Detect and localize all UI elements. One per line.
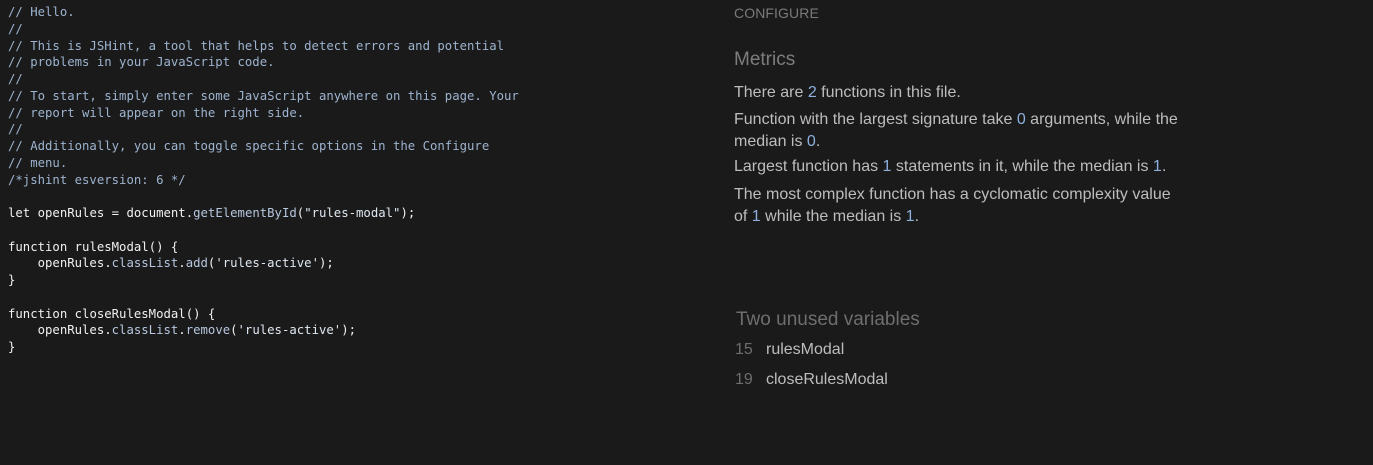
code-token: . [178, 323, 186, 338]
code-line: // [8, 21, 700, 38]
code-token: . [185, 206, 194, 220]
code-token: openRules [37, 206, 105, 220]
code-token: // menu. [8, 155, 68, 170]
code-token: function [8, 306, 75, 321]
metric-text: Function with the largest signature take [734, 111, 1017, 128]
code-token: // report will appear on the right side. [8, 105, 305, 120]
code-token: // Hello. [8, 5, 75, 19]
code-token: ); [341, 323, 356, 338]
code-line: // This is JSHint, a tool that helps to … [8, 38, 700, 55]
code-line: // [8, 121, 700, 138]
code-token: openRules [8, 256, 105, 271]
code-line: } [8, 272, 700, 289]
code-token: remove [185, 323, 231, 338]
metric-value: 1 [1152, 158, 1162, 175]
metric-text: statements in it, while the median is [891, 158, 1153, 175]
metric-text: . [815, 133, 821, 150]
jshint-app: // Hello. // // This is JSHint, a tool tha… [0, 0, 1373, 465]
code-line: // Hello. [8, 4, 700, 21]
code-token: getElementById [193, 206, 297, 220]
code-token: /*jshint esversion: 6 */ [8, 172, 186, 187]
code-line: // [8, 71, 700, 88]
code-token: // This is JSHint, a tool that helps to … [8, 38, 505, 53]
metric-text: functions in this file. [816, 84, 961, 101]
code-token: classList [111, 256, 179, 271]
metric-text: while the median is [760, 208, 906, 225]
metric-text: There are [734, 84, 808, 101]
metric-text: . [914, 208, 920, 225]
code-line: function rulesModal() { [8, 239, 700, 256]
metric-largest-signature: Function with the largest signature take… [734, 109, 1184, 153]
metric-value: 1 [751, 208, 761, 225]
configure-link[interactable]: CONFIGURE [734, 5, 819, 21]
code-token: 'rules-active' [215, 256, 319, 271]
code-token: "rules-modal" [304, 206, 401, 220]
code-editor[interactable]: // Hello. // // This is JSHint, a tool tha… [0, 0, 700, 465]
code-token: ); [400, 206, 416, 220]
code-token: openRules [8, 323, 105, 338]
code-token: let [8, 206, 38, 220]
code-token: 'rules-active' [237, 323, 342, 338]
metric-functions-count: There are 2 functions in this file. [734, 82, 1184, 104]
code-token: // problems in your JavaScript code. [8, 55, 275, 70]
metric-value: 0 [1016, 111, 1026, 128]
metric-text: . [1161, 158, 1167, 175]
code-token: ); [318, 256, 334, 271]
code-token: document [126, 206, 186, 220]
metric-text: Largest function has [734, 158, 883, 175]
code-token: = [104, 206, 127, 220]
unused-variables-heading: Two unused variables [736, 309, 920, 330]
code-line: // Additionally, you can toggle specific… [8, 138, 700, 155]
code-token: () { [148, 239, 179, 254]
metric-largest-function: Largest function has 1 statements in it,… [734, 156, 1184, 178]
unused-variable-line-number: 15 [735, 341, 753, 358]
code-token: ( [230, 323, 238, 338]
metric-value: 2 [807, 84, 817, 101]
code-line: // To start, simply enter some JavaScrip… [8, 88, 700, 105]
code-token: rulesModal [74, 239, 149, 254]
unused-variable-line-number: 19 [735, 371, 753, 388]
code-token: // To start, simply enter some JavaScrip… [8, 88, 519, 103]
code-token: . [178, 256, 186, 271]
code-token: . [104, 256, 112, 271]
code-token: // Additionally, you can toggle specific… [8, 139, 490, 153]
code-line: openRules.classList.add('rules-active'); [8, 255, 700, 272]
code-line: // problems in your JavaScript code. [8, 54, 700, 71]
code-token: // [8, 122, 23, 137]
metric-value: 1 [905, 208, 915, 225]
code-line: } [8, 339, 700, 356]
metrics-heading: Metrics [734, 49, 796, 70]
code-line: function closeRulesModal() { [8, 306, 700, 323]
metric-cyclomatic-complexity: The most complex function has a cyclomat… [734, 184, 1184, 228]
code-token: // [8, 72, 23, 86]
code-line: let openRules = document.getElementById(… [8, 205, 700, 222]
code-token: } [8, 273, 16, 287]
code-line: // report will appear on the right side. [8, 105, 700, 122]
unused-variable-name: rulesModal [766, 341, 845, 358]
unused-variable-name: closeRulesModal [766, 371, 888, 388]
code-token: add [185, 256, 208, 271]
unused-variable-row: 19 closeRulesModal [735, 370, 888, 390]
metric-value: 0 [806, 133, 816, 150]
code-token: classList [111, 323, 179, 338]
code-token: // [8, 21, 23, 36]
code-token: . [104, 323, 112, 338]
code-line: // menu. [8, 155, 700, 172]
code-token: function [8, 239, 75, 254]
code-line: /*jshint esversion: 6 */ [8, 172, 700, 189]
unused-variable-row: 15 rulesModal [735, 340, 844, 360]
code-line: openRules.classList.remove('rules-active… [8, 322, 700, 339]
code-token: } [8, 340, 16, 354]
code-token: closeRulesModal [74, 306, 186, 321]
code-token: () { [185, 306, 216, 321]
